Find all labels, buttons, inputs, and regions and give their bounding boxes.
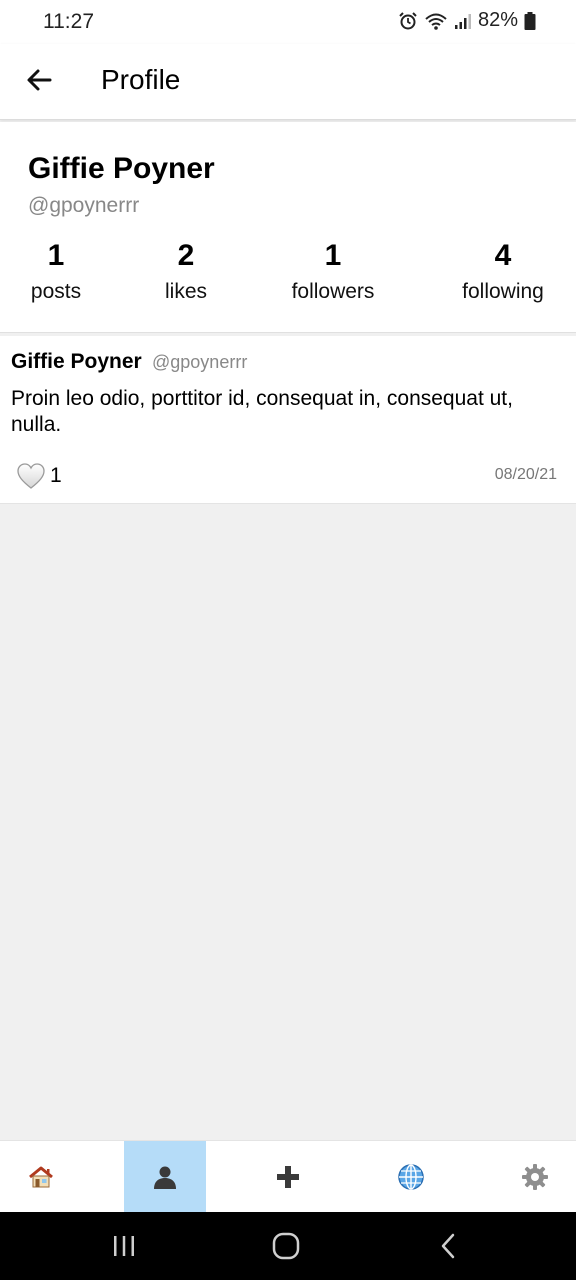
nav-profile[interactable] [124,1141,206,1213]
nav-explore[interactable] [370,1141,452,1213]
page-title: Profile [101,64,181,95]
heart-icon [17,463,45,489]
stat-label: posts [30,280,82,303]
system-navigation-bar [0,1212,576,1280]
stat-following[interactable]: 4 following [456,238,550,304]
wifi-icon [425,13,447,30]
back-button[interactable] [22,62,58,98]
battery-icon [524,11,536,30]
plus-icon [277,1166,299,1188]
home-circle-icon [272,1232,300,1260]
nav-add-post[interactable] [247,1141,329,1213]
bottom-navigation [0,1140,576,1213]
gear-icon [522,1164,548,1190]
arrow-left-icon [27,69,52,91]
stat-value: 2 [177,239,195,272]
stat-value: 1 [324,239,342,272]
status-icons: 82% [398,9,536,32]
status-bar: 11:27 82% [0,0,576,44]
recent-apps-icon [114,1236,134,1256]
stat-posts[interactable]: 1 posts [28,238,84,304]
nav-home[interactable] [0,1141,82,1213]
status-time: 11:27 [43,10,94,33]
stat-followers[interactable]: 1 followers [286,238,380,304]
like-button[interactable]: 1 [16,462,62,490]
profile-header: Giffie Poyner @gpoynerrr 1 posts 2 likes… [0,122,576,333]
profile-name: Giffie Poyner [28,152,215,185]
stat-value: 1 [47,239,65,272]
post-body: Proin leo odio, porttitor id, consequat … [11,387,513,436]
profile-handle: @gpoynerrr [28,194,140,217]
alarm-icon [399,11,417,29]
app-bar: Profile [0,44,576,120]
post-author[interactable]: Giffie Poyner [11,350,142,374]
post-date: 08/20/21 [494,466,557,483]
home-button[interactable] [268,1230,304,1262]
globe-icon [398,1164,424,1190]
nav-settings[interactable] [494,1141,576,1213]
post-item[interactable]: Giffie Poyner @gpoynerrr Proin leo odio,… [0,336,576,504]
stat-label: following [462,280,544,303]
signal-icon [454,13,471,29]
like-count: 1 [50,464,62,487]
battery-percentage: 82% [477,9,518,31]
stat-label: likes [164,280,207,303]
stat-likes[interactable]: 2 likes [160,238,212,304]
home-icon [29,1166,53,1188]
post-handle[interactable]: @gpoynerrr [152,352,247,373]
stat-label: followers [291,280,375,303]
stat-value: 4 [494,239,512,272]
profile-icon [154,1166,176,1189]
chevron-left-icon [441,1233,455,1259]
recent-apps-button[interactable] [106,1230,142,1262]
system-back-button[interactable] [430,1230,466,1262]
